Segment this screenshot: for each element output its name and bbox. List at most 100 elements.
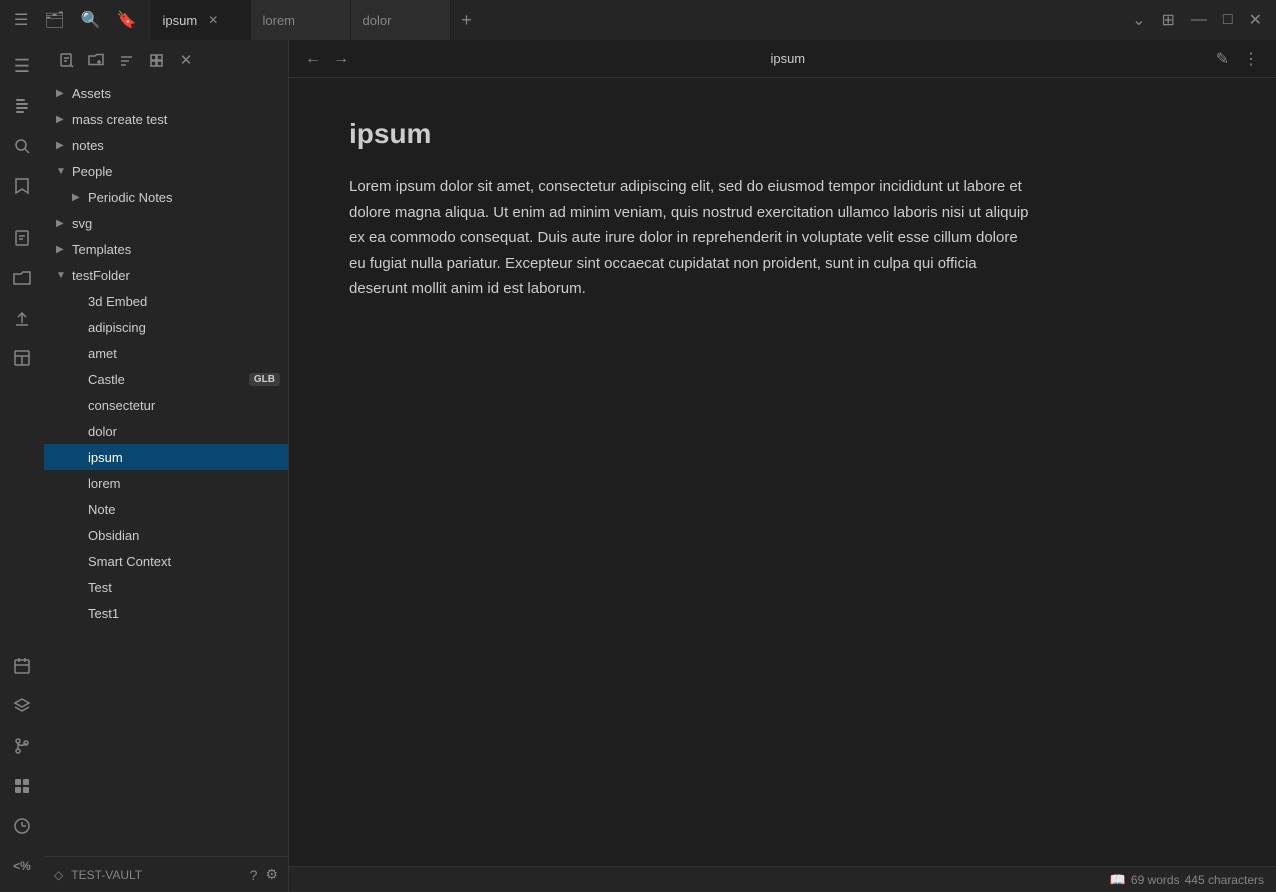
- word-count: 69 words: [1131, 873, 1180, 887]
- sidebar-item-obsidian-label: Obsidian: [88, 528, 280, 543]
- minimize-button[interactable]: —: [1185, 7, 1213, 33]
- arrow-icon: ▶: [56, 244, 68, 255]
- book-icon: 📖: [1110, 872, 1126, 888]
- sidebar-item-consectetur[interactable]: ▶ consectetur: [44, 392, 288, 418]
- sidebar-item-notes[interactable]: ▶ notes: [44, 132, 288, 158]
- tab-dolor-label: dolor: [363, 13, 392, 28]
- maximize-button[interactable]: □: [1217, 7, 1239, 33]
- sidebar-item-castle[interactable]: ▶ Castle GLB: [44, 366, 288, 392]
- vault-icon: ◇: [54, 868, 63, 882]
- editor-title: ipsum: [365, 51, 1211, 66]
- activity-bar: ☰: [0, 40, 44, 892]
- sidebar-item-testfolder[interactable]: ▼ testFolder: [44, 262, 288, 288]
- editor-nav: ← →: [301, 48, 353, 70]
- sidebar-item-dolor[interactable]: ▶ dolor: [44, 418, 288, 444]
- sidebar-item-test1[interactable]: ▶ Test1: [44, 600, 288, 626]
- activity-upload[interactable]: [4, 300, 40, 336]
- sidebar-item-mass-create-test[interactable]: ▶ mass create test: [44, 106, 288, 132]
- sidebar-item-consectetur-label: consectetur: [88, 398, 280, 413]
- sidebar-item-ipsum[interactable]: ▶ ipsum: [44, 444, 288, 470]
- sidebar-item-templates-label: Templates: [72, 242, 280, 257]
- activity-apps[interactable]: [4, 768, 40, 804]
- sidebar: ✕ ▶ Assets ▶ mass create test ▶ notes ▼ …: [44, 40, 289, 892]
- sidebar-item-assets[interactable]: ▶ Assets: [44, 80, 288, 106]
- activity-git[interactable]: [4, 728, 40, 764]
- sidebar-item-testfolder-label: testFolder: [72, 268, 280, 283]
- files-icon[interactable]: 🗂: [38, 6, 70, 34]
- arrow-icon: ▶: [56, 140, 68, 151]
- sidebar-item-3d-embed[interactable]: ▶ 3d Embed: [44, 288, 288, 314]
- tabs-dropdown[interactable]: ⌄: [1126, 6, 1151, 34]
- edit-icon[interactable]: ✎: [1211, 47, 1234, 71]
- activity-layout[interactable]: [4, 340, 40, 376]
- sidebar-item-dolor-label: dolor: [88, 424, 280, 439]
- sidebar-item-test-label: Test: [88, 580, 280, 595]
- window-controls: ☰ 🗂 🔍 🔖: [0, 6, 151, 34]
- tab-dolor[interactable]: dolor: [351, 0, 451, 40]
- sidebar-item-smart-context[interactable]: ▶ Smart Context: [44, 548, 288, 574]
- arrow-icon: ▶: [56, 114, 68, 125]
- sidebar-item-test[interactable]: ▶ Test: [44, 574, 288, 600]
- new-folder-toolbar-btn[interactable]: [82, 46, 110, 74]
- sidebar-item-svg[interactable]: ▶ svg: [44, 210, 288, 236]
- tab-lorem[interactable]: lorem: [251, 0, 351, 40]
- close-button[interactable]: ✕: [1243, 6, 1268, 34]
- add-tab-button[interactable]: +: [451, 0, 483, 40]
- activity-layers[interactable]: [4, 688, 40, 724]
- activity-percent[interactable]: <%: [4, 848, 40, 884]
- activity-bookmark[interactable]: [4, 168, 40, 204]
- help-icon[interactable]: ?: [250, 867, 258, 883]
- activity-sidebar[interactable]: ☰: [4, 48, 40, 84]
- search-icon[interactable]: 🔍: [75, 6, 107, 34]
- activity-clock[interactable]: [4, 808, 40, 844]
- sidebar-item-lorem[interactable]: ▶ lorem: [44, 470, 288, 496]
- activity-calendar[interactable]: [4, 648, 40, 684]
- tabs-area: ipsum ✕ lorem dolor +: [151, 0, 1119, 40]
- sort-toolbar-btn[interactable]: [112, 46, 140, 74]
- settings-icon[interactable]: ⚙: [265, 866, 278, 883]
- sidebar-icon[interactable]: ☰: [8, 6, 34, 34]
- arrow-down-icon: ▼: [56, 270, 68, 281]
- document-body[interactable]: Lorem ipsum dolor sit amet, consectetur …: [349, 174, 1029, 302]
- close-sidebar-btn[interactable]: ✕: [172, 46, 200, 74]
- sidebar-item-people[interactable]: ▼ People: [44, 158, 288, 184]
- title-bar: ☰ 🗂 🔍 🔖 ipsum ✕ lorem dolor + ⌄ ⊞ — □ ✕: [0, 0, 1276, 40]
- collapse-toolbar-btn[interactable]: [142, 46, 170, 74]
- sidebar-item-adipiscing[interactable]: ▶ adipiscing: [44, 314, 288, 340]
- char-count: 445 characters: [1185, 873, 1264, 887]
- document-title: ipsum: [349, 118, 1216, 150]
- arrow-down-icon: ▼: [56, 166, 68, 177]
- sidebar-item-3d-embed-label: 3d Embed: [88, 294, 280, 309]
- sidebar-item-amet-label: amet: [88, 346, 280, 361]
- sidebar-item-templates[interactable]: ▶ Templates: [44, 236, 288, 262]
- tab-ipsum[interactable]: ipsum ✕: [151, 0, 251, 40]
- tab-ipsum-close[interactable]: ✕: [205, 11, 221, 29]
- status-bar: 📖 69 words 445 characters: [289, 866, 1276, 892]
- sidebar-item-obsidian[interactable]: ▶ Obsidian: [44, 522, 288, 548]
- sidebar-item-periodic-notes-label: Periodic Notes: [88, 190, 280, 205]
- sidebar-item-periodic-notes[interactable]: ▶ Periodic Notes: [44, 184, 288, 210]
- activity-search[interactable]: [4, 128, 40, 164]
- sidebar-item-note[interactable]: ▶ Note: [44, 496, 288, 522]
- editor-content[interactable]: ipsum Lorem ipsum dolor sit amet, consec…: [289, 78, 1276, 866]
- new-note-toolbar-btn[interactable]: [52, 46, 80, 74]
- editor-header: ← → ipsum ✎ ⋮: [289, 40, 1276, 78]
- activity-new-note[interactable]: [4, 220, 40, 256]
- activity-files[interactable]: [4, 88, 40, 124]
- sidebar-footer: ◇ TEST-VAULT ? ⚙: [44, 856, 288, 892]
- sidebar-item-svg-label: svg: [72, 216, 280, 231]
- back-button[interactable]: ←: [301, 48, 325, 70]
- split-editor[interactable]: ⊞: [1156, 6, 1181, 34]
- sidebar-item-notes-label: notes: [72, 138, 280, 153]
- forward-button[interactable]: →: [329, 48, 353, 70]
- sidebar-item-assets-label: Assets: [72, 86, 280, 101]
- main-layout: ☰: [0, 40, 1276, 892]
- sidebar-toolbar: ✕: [44, 40, 288, 80]
- sidebar-item-adipiscing-label: adipiscing: [88, 320, 280, 335]
- activity-folder[interactable]: [4, 260, 40, 296]
- bookmark-icon[interactable]: 🔖: [111, 6, 143, 34]
- sidebar-item-amet[interactable]: ▶ amet: [44, 340, 288, 366]
- editor-area: ← → ipsum ✎ ⋮ ipsum Lorem ipsum dolor si…: [289, 40, 1276, 892]
- arrow-icon: ▶: [56, 88, 68, 99]
- more-options-icon[interactable]: ⋮: [1238, 47, 1264, 71]
